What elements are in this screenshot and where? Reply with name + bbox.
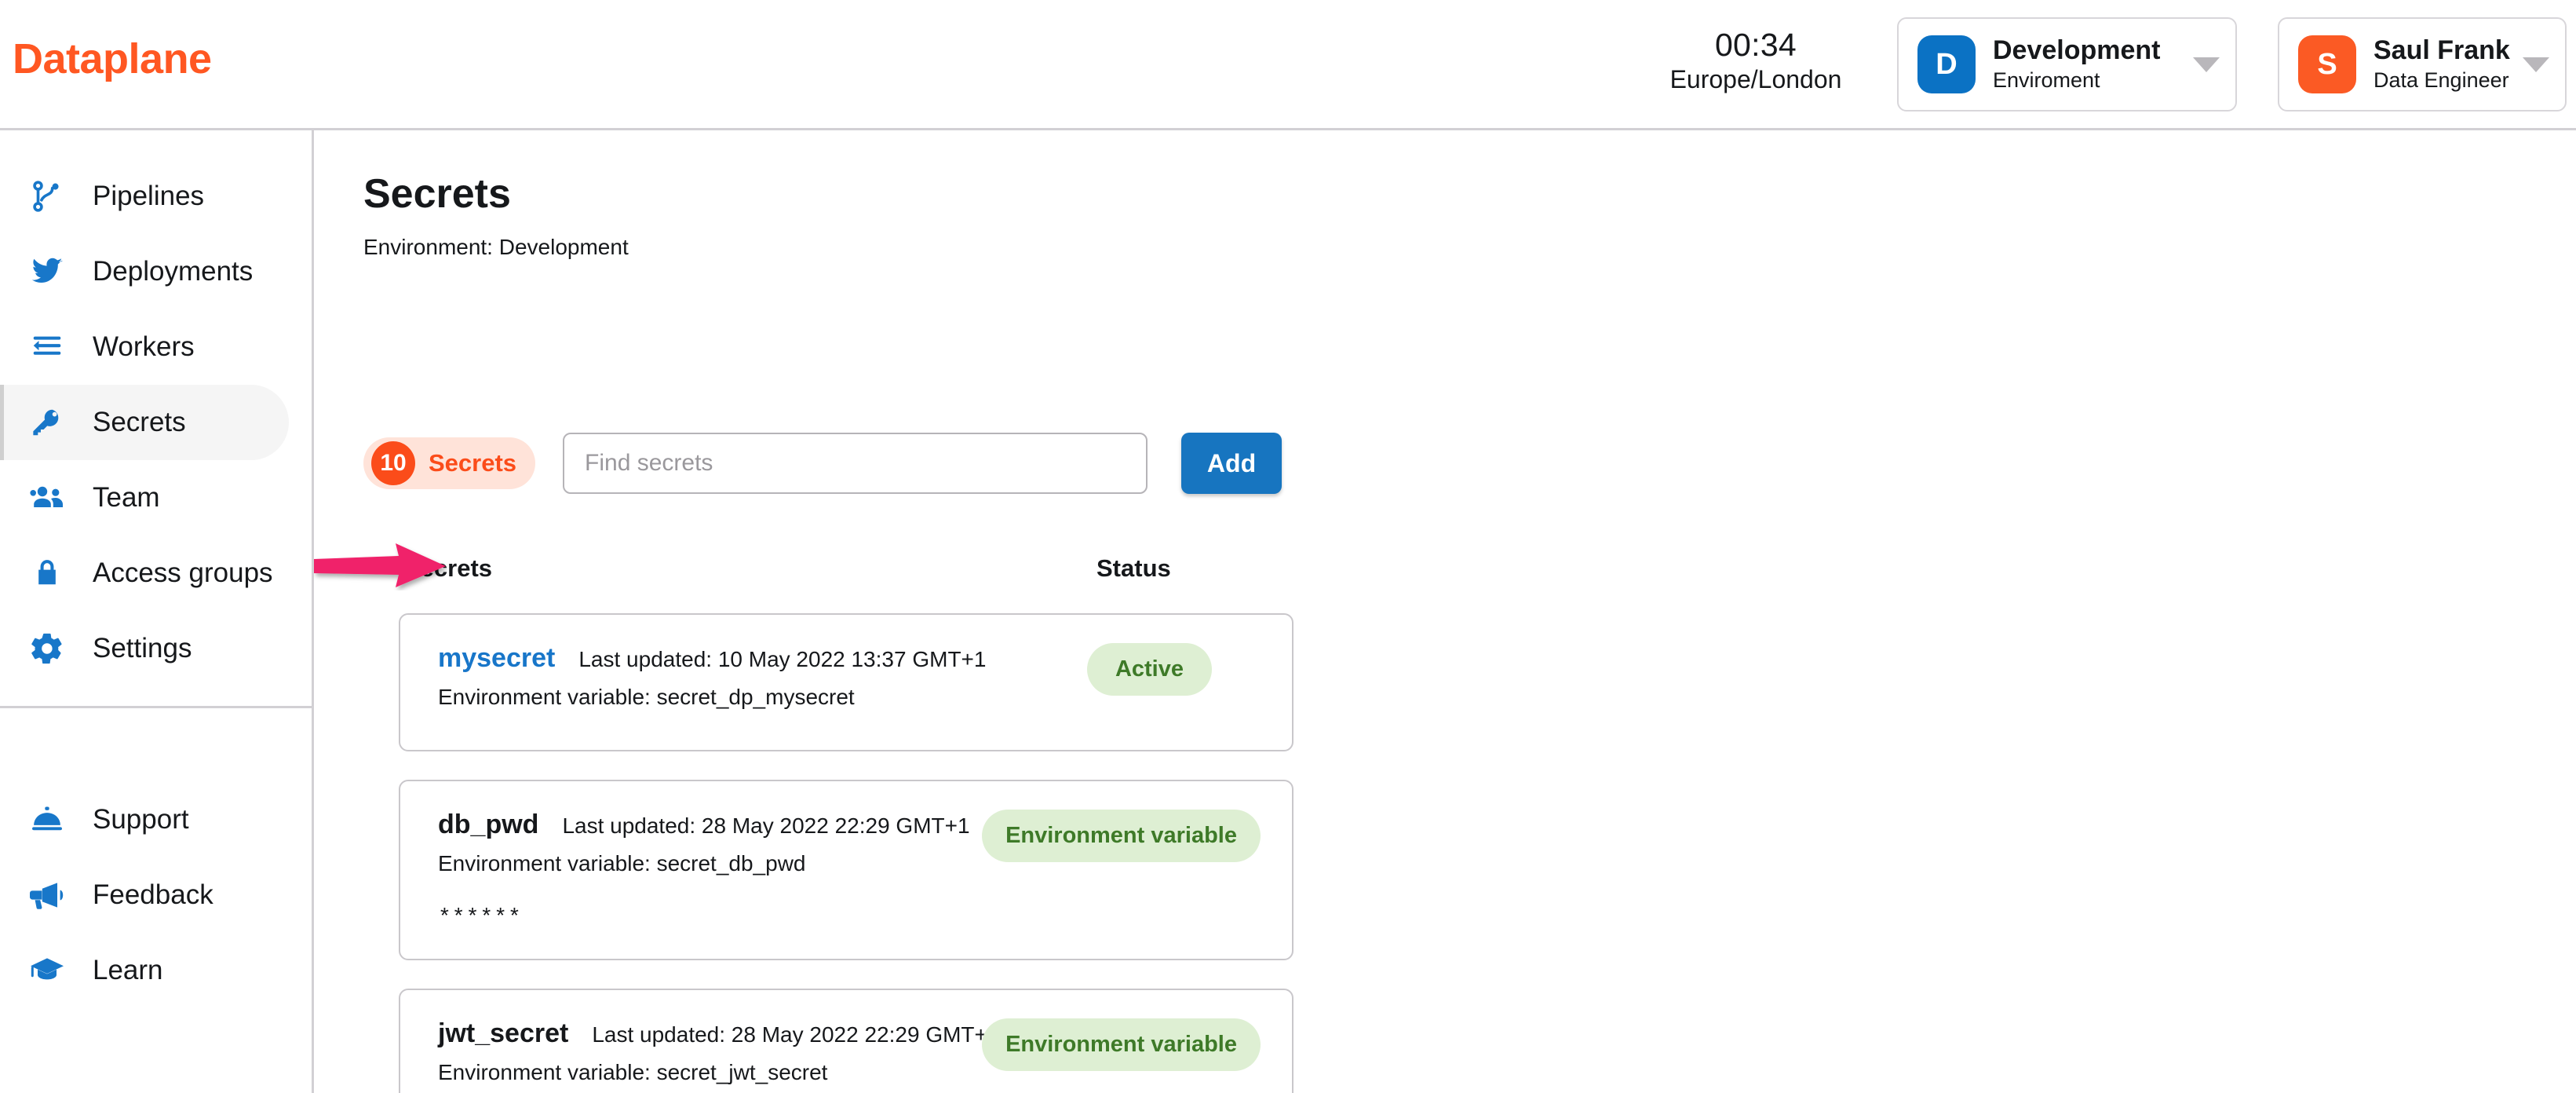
secret-card[interactable]: mysecret Last updated: 10 May 2022 13:37…: [399, 613, 1293, 751]
clock-timezone: Europe/London: [1650, 64, 1862, 94]
key-icon: [27, 402, 68, 443]
secret-name[interactable]: jwt_secret: [438, 1018, 568, 1049]
sidebar-item-label: Access groups: [93, 557, 273, 589]
secrets-list: mysecret Last updated: 10 May 2022 13:37…: [399, 613, 1573, 1093]
environment-subtitle: Enviroment: [1993, 68, 2182, 93]
environment-avatar: D: [1917, 35, 1976, 93]
user-role: Data Engineer: [2373, 68, 2512, 93]
sidebar-item-label: Feedback: [93, 879, 213, 911]
secrets-table-header: Secrets Status: [363, 554, 1260, 595]
status-badge: Environment variable: [982, 1018, 1261, 1071]
secret-env-variable: Environment variable: secret_jwt_secret: [438, 1060, 960, 1085]
secrets-count-label: Secrets: [429, 449, 516, 477]
secret-last-updated: Last updated: 28 May 2022 22:29 GMT+1: [562, 813, 969, 839]
sidebar-item-support[interactable]: Support: [0, 782, 314, 857]
bird-icon: [27, 251, 68, 292]
secret-env-variable: Environment variable: secret_db_pwd: [438, 851, 960, 876]
page-title: Secrets: [363, 174, 511, 214]
secrets-toolbar: 10 Secrets Add: [363, 433, 1282, 494]
add-secret-button[interactable]: Add: [1181, 433, 1282, 494]
lines-icon: [27, 327, 68, 367]
secret-env-variable: Environment variable: secret_dp_mysecret: [438, 685, 1065, 710]
sidebar-item-label: Support: [93, 804, 189, 835]
secret-name[interactable]: db_pwd: [438, 810, 538, 840]
sidebar-primary-group: Pipelines Deployments Workers: [0, 159, 314, 686]
status-badge: Environment variable: [982, 810, 1261, 862]
column-header-secrets: Secrets: [404, 554, 492, 583]
status-badge: Active: [1087, 643, 1212, 696]
sidebar-item-secrets[interactable]: Secrets: [0, 385, 289, 460]
clock-time: 00:34: [1650, 28, 1862, 62]
sidebar-item-label: Pipelines: [93, 181, 204, 212]
pipeline-branch-icon: [27, 176, 68, 217]
sidebar-item-team[interactable]: Team: [0, 460, 314, 536]
secrets-count-badge: 10 Secrets: [363, 437, 535, 489]
people-icon: [27, 477, 68, 518]
sidebar-item-settings[interactable]: Settings: [0, 611, 314, 686]
sidebar-item-deployments[interactable]: Deployments: [0, 234, 314, 309]
sidebar: Pipelines Deployments Workers: [0, 130, 314, 1093]
user-name: Saul Frank: [2373, 35, 2512, 66]
environment-selector[interactable]: D Development Enviroment: [1897, 17, 2237, 111]
sidebar-item-learn[interactable]: Learn: [0, 933, 314, 1008]
megaphone-icon: [27, 875, 68, 916]
sidebar-item-pipelines[interactable]: Pipelines: [0, 159, 314, 234]
secret-masked-value: ******: [438, 906, 960, 930]
sidebar-item-access-groups[interactable]: Access groups: [0, 536, 314, 611]
sidebar-divider: [0, 706, 312, 708]
clock: 00:34 Europe/London: [1650, 28, 1862, 94]
sidebar-item-label: Workers: [93, 331, 195, 363]
sidebar-item-label: Secrets: [93, 407, 186, 438]
sidebar-item-label: Learn: [93, 955, 163, 986]
chevron-down-icon[interactable]: [2193, 57, 2220, 72]
page-subtitle: Environment: Development: [363, 235, 629, 260]
search-input[interactable]: [563, 433, 1148, 494]
column-header-status: Status: [1096, 554, 1171, 583]
top-header-bar: Dataplane 00:34 Europe/London D Developm…: [0, 0, 2576, 130]
environment-name: Development: [1993, 35, 2182, 66]
secret-last-updated: Last updated: 10 May 2022 13:37 GMT+1: [578, 647, 986, 672]
sidebar-item-label: Deployments: [93, 256, 253, 287]
secrets-count-number: 10: [371, 441, 415, 485]
secret-name-link[interactable]: mysecret: [438, 643, 555, 674]
sidebar-item-workers[interactable]: Workers: [0, 309, 314, 385]
user-menu[interactable]: S Saul Frank Data Engineer: [2278, 17, 2567, 111]
secret-card[interactable]: jwt_secret Last updated: 28 May 2022 22:…: [399, 989, 1293, 1093]
bell-service-icon: [27, 799, 68, 840]
secret-last-updated: Last updated: 28 May 2022 22:29 GMT+1: [592, 1022, 999, 1047]
sidebar-item-feedback[interactable]: Feedback: [0, 857, 314, 933]
gear-icon: [27, 628, 68, 669]
chevron-down-icon[interactable]: [2523, 57, 2549, 72]
sidebar-item-label: Team: [93, 482, 160, 514]
graduation-cap-icon: [27, 950, 68, 991]
app-logo[interactable]: Dataplane: [13, 38, 212, 80]
lock-icon: [27, 553, 68, 594]
user-avatar: S: [2298, 35, 2356, 93]
secret-card[interactable]: db_pwd Last updated: 28 May 2022 22:29 G…: [399, 780, 1293, 960]
main-content: Secrets Environment: Development 10 Secr…: [316, 130, 2576, 1093]
sidebar-secondary-group: Support Feedback Learn: [0, 782, 314, 1008]
sidebar-item-label: Settings: [93, 633, 192, 664]
